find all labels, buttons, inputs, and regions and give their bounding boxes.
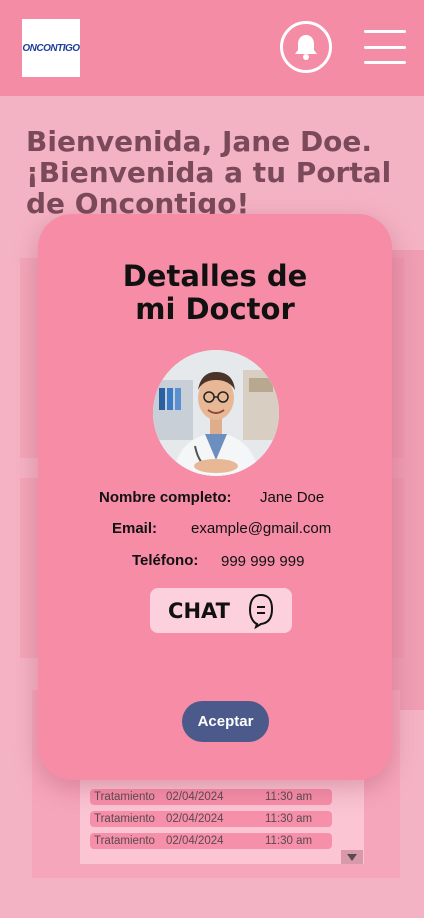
- menu-line-icon: [364, 61, 406, 64]
- appointment-type: Tratamiento: [94, 835, 155, 847]
- menu-line-icon: [364, 45, 406, 49]
- doctor-avatar: [153, 350, 279, 476]
- name-label: Nombre completo:: [99, 489, 232, 506]
- appointment-type: Tratamiento: [94, 791, 155, 803]
- appointment-time: 11:30 am: [265, 791, 313, 803]
- email-label: Email:: [112, 520, 158, 537]
- scroll-down-button[interactable]: [341, 850, 363, 864]
- list-item[interactable]: Tratamiento 02/04/2024 11:30 am: [90, 833, 332, 849]
- menu-line-icon: [364, 30, 406, 33]
- bell-icon: [295, 35, 317, 60]
- name-value-row: Jane Doe: [260, 489, 324, 506]
- oncontigo-logo[interactable]: ONCONTIGO: [22, 19, 80, 77]
- chat-bubble-icon: [248, 593, 273, 629]
- doctor-photo: [153, 350, 279, 476]
- email-value-row: example@gmail.com: [191, 520, 331, 537]
- phone-value-row: 999 999 999: [221, 553, 304, 570]
- welcome-line: ¡Bienvenida a tu Portal: [26, 156, 392, 189]
- name-value: Jane Doe: [260, 489, 325, 506]
- email-value: example@gmail.com: [191, 520, 332, 537]
- list-item[interactable]: Tratamiento 02/04/2024 11:30 am: [90, 811, 332, 827]
- appointment-time: 11:30 am: [265, 813, 313, 825]
- appointment-date: 02/04/2024: [166, 791, 224, 803]
- triangle-down-icon: [347, 853, 357, 861]
- modal-title: Detalles de mi Doctor: [38, 260, 392, 326]
- hamburger-menu-button[interactable]: [364, 30, 406, 64]
- welcome-heading: Bienvenida, Jane Doe. ¡Bienvenida a tu P…: [26, 126, 406, 219]
- appointment-date: 02/04/2024: [166, 835, 224, 847]
- app-header: ONCONTIGO: [0, 0, 424, 96]
- phone-row: Teléfono:: [132, 552, 198, 569]
- logo-text: ONCONTIGO: [22, 42, 80, 54]
- list-item[interactable]: Tratamiento 02/04/2024 11:30 am: [90, 789, 332, 805]
- background-decoration: [392, 250, 424, 710]
- phone-value: 999 999 999: [221, 553, 305, 570]
- appointment-time: 11:30 am: [265, 835, 313, 847]
- welcome-line: Bienvenida, Jane Doe.: [26, 125, 373, 158]
- chat-button[interactable]: CHAT: [150, 588, 292, 633]
- notifications-button[interactable]: [280, 21, 332, 73]
- name-row: Nombre completo:: [99, 489, 232, 506]
- email-row: Email:: [112, 520, 157, 537]
- doctor-details-modal: Detalles de mi Doctor Nombre completo: J…: [38, 214, 392, 780]
- accept-button[interactable]: Aceptar: [182, 701, 269, 742]
- appointment-type: Tratamiento: [94, 813, 155, 825]
- modal-title-line: mi Doctor: [135, 292, 295, 326]
- modal-title-line: Detalles de: [122, 259, 308, 293]
- phone-label: Teléfono:: [132, 552, 199, 569]
- chat-button-label: CHAT: [168, 598, 230, 623]
- appointment-date: 02/04/2024: [166, 813, 224, 825]
